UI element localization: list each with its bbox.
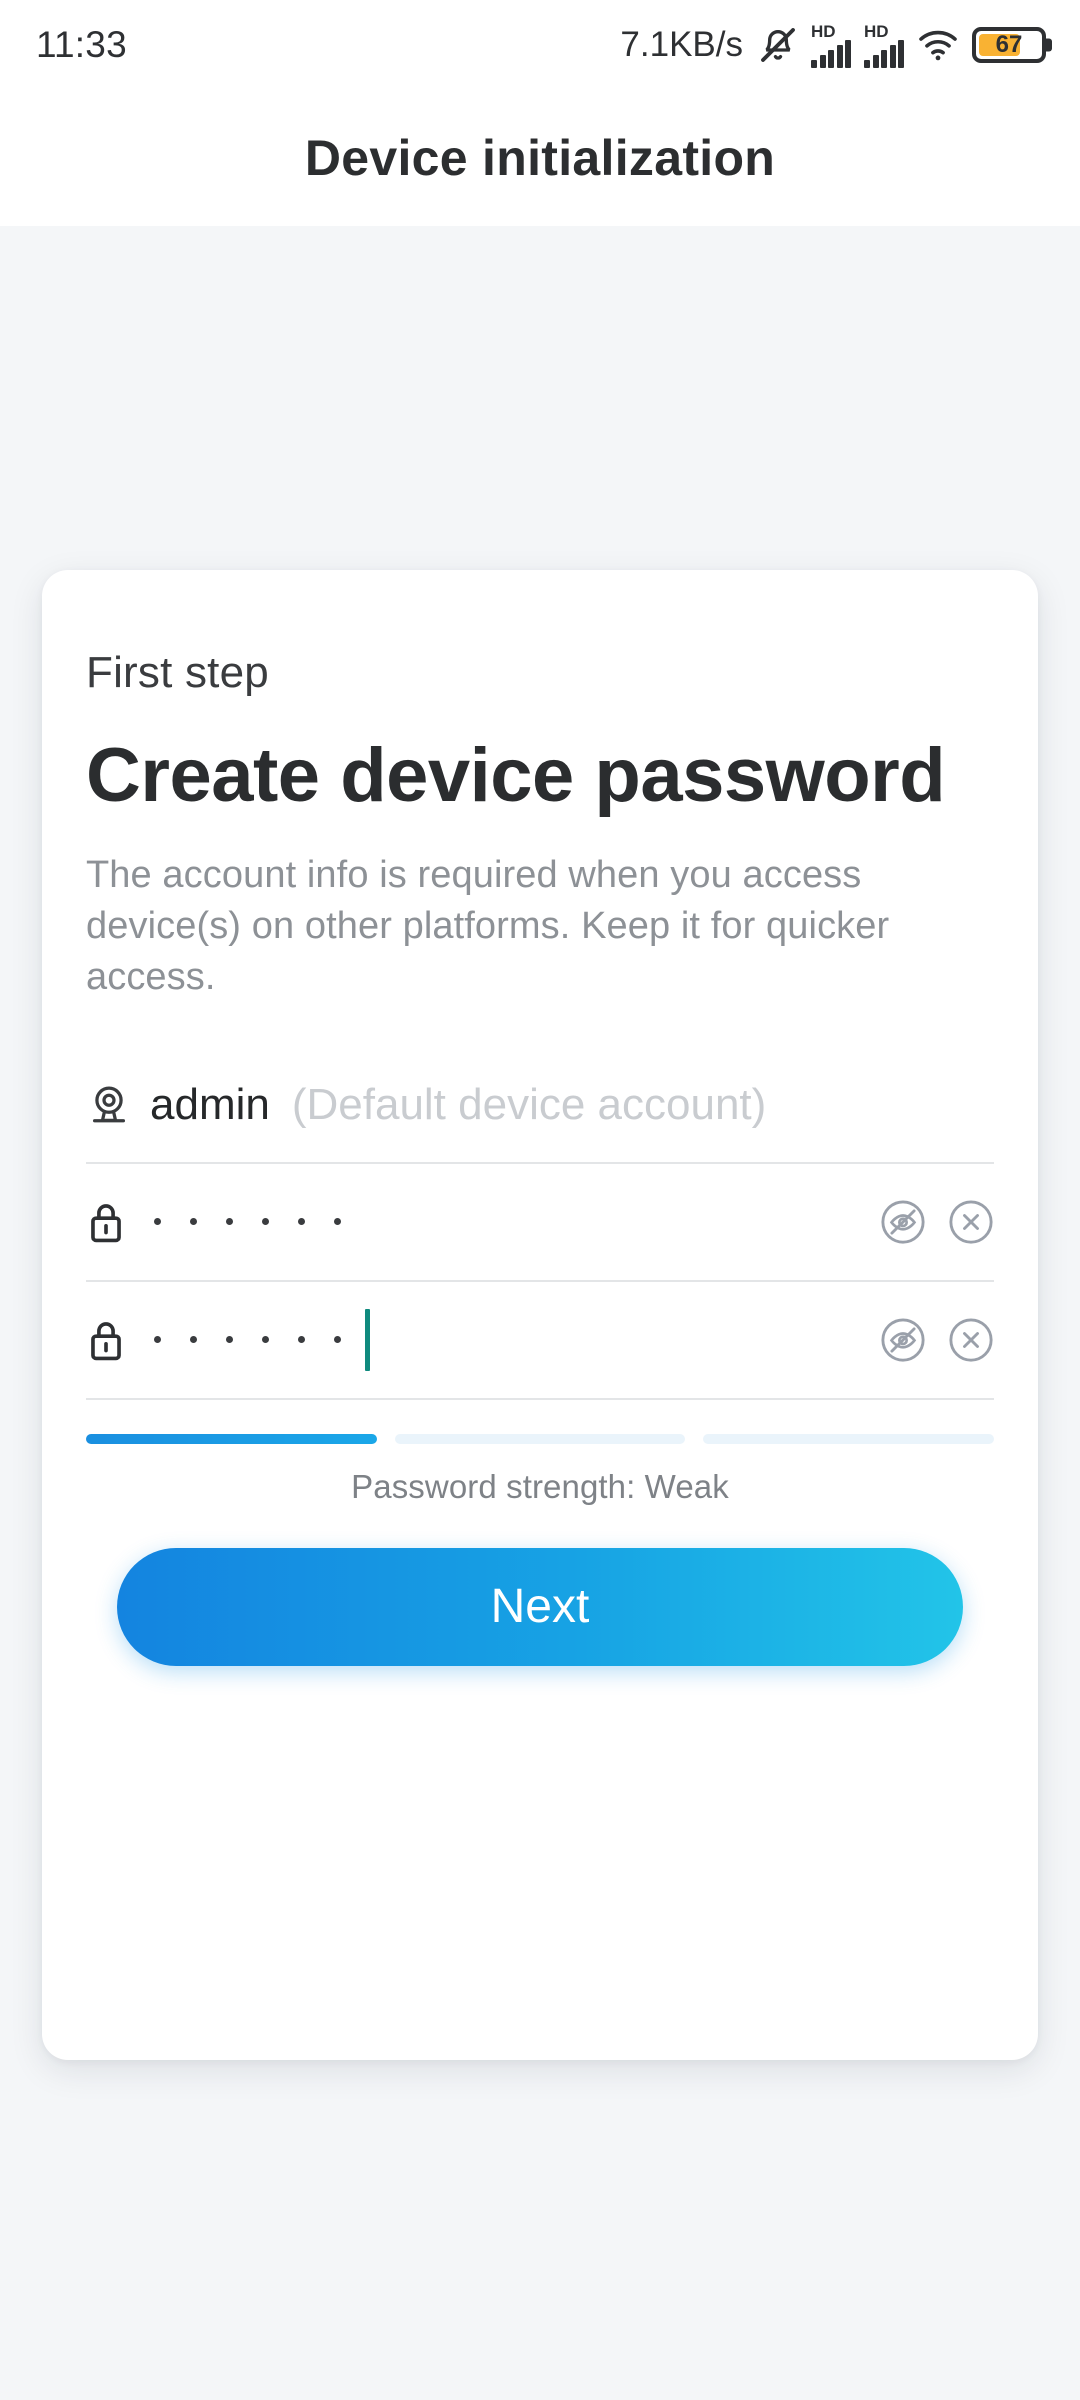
strength-segments: [86, 1433, 995, 1444]
card-description: The account info is required when you ac…: [86, 853, 890, 999]
device-initialization-screen: 11:33 7.1KB/s HD HD 67 Device initializa…: [0, 0, 1080, 2400]
password-field-row[interactable]: [86, 1164, 994, 1282]
strength-segment-3: [703, 1433, 995, 1444]
lock-icon: [86, 1317, 150, 1363]
close-circle-icon[interactable]: [948, 1317, 994, 1363]
password-field-actions: [880, 1199, 994, 1245]
signal-bars-1: [811, 39, 851, 68]
username-hint: (Default device account): [291, 1079, 767, 1129]
confirm-password-field-actions: [880, 1317, 994, 1363]
app-title-bar: Device initialization: [0, 90, 1080, 226]
battery-icon: 67: [972, 27, 1046, 63]
lock-icon: [86, 1199, 150, 1245]
mute-bell-icon: [758, 25, 798, 65]
eye-off-icon[interactable]: [880, 1199, 926, 1245]
signal-bars-2: [864, 39, 904, 68]
signal-hd-1-icon: HD: [811, 23, 851, 68]
next-button[interactable]: Next: [117, 1547, 963, 1666]
confirm-password-field-row[interactable]: [86, 1282, 994, 1400]
step-label: First step: [86, 648, 269, 697]
strength-label: Password strength: Weak: [351, 1467, 729, 1505]
card-heading: Create device password: [86, 733, 946, 818]
password-strength-meter: Password strength: Weak: [86, 1433, 995, 1506]
strength-segment-2: [394, 1433, 686, 1444]
network-speed-label: 7.1KB/s: [620, 25, 743, 64]
password-setup-card: First step Create device password The ac…: [42, 570, 1038, 2060]
hd-label-2: HD: [864, 21, 889, 41]
eye-off-icon[interactable]: [880, 1317, 926, 1363]
username-value: admin: [150, 1079, 270, 1129]
username-field-row[interactable]: admin (Default device account): [86, 1046, 994, 1164]
camera-device-icon: [86, 1082, 150, 1128]
strength-segment-1: [86, 1433, 377, 1444]
wifi-icon: [917, 28, 959, 62]
page-title: Device initialization: [304, 130, 776, 186]
status-clock: 11:33: [36, 24, 127, 65]
password-masked-value: [150, 1218, 341, 1226]
signal-hd-2-icon: HD: [864, 23, 904, 68]
status-bar: 11:33 7.1KB/s HD HD 67: [0, 0, 1080, 90]
confirm-password-masked-value: [150, 1336, 341, 1344]
hd-label-1: HD: [811, 21, 836, 41]
status-bar-right-group: 7.1KB/s HD HD 67: [620, 23, 1046, 68]
battery-percent-label: 67: [995, 31, 1023, 58]
text-caret: [365, 1308, 370, 1371]
close-circle-icon[interactable]: [948, 1199, 994, 1245]
